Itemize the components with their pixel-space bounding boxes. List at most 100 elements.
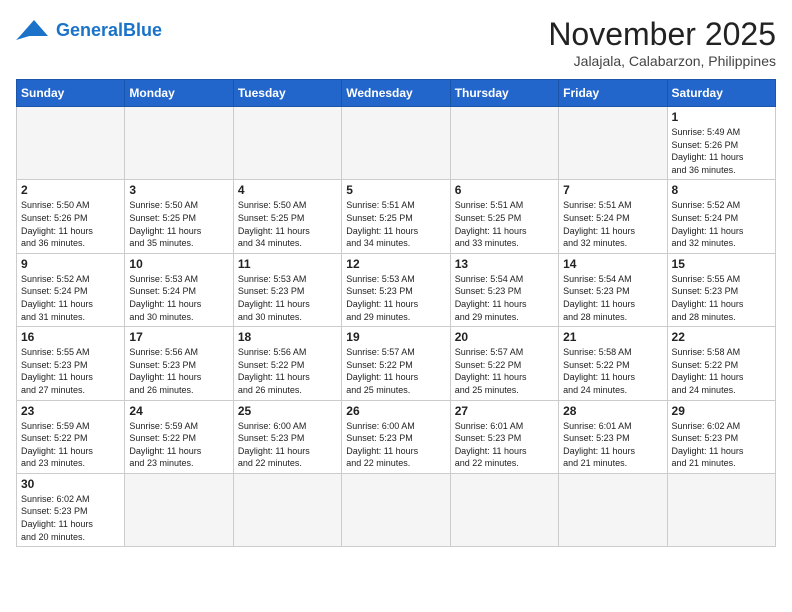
- calendar-day-cell: 27 Sunrise: 6:01 AM Sunset: 5:23 PM Dayli…: [450, 400, 558, 473]
- weekday-header: Saturday: [667, 80, 775, 107]
- calendar-day-cell: 7 Sunrise: 5:51 AM Sunset: 5:24 PM Daylig…: [559, 180, 667, 253]
- calendar-day-cell: 8 Sunrise: 5:52 AM Sunset: 5:24 PM Daylig…: [667, 180, 775, 253]
- calendar-day-cell: 1 Sunrise: 5:49 AM Sunset: 5:26 PM Daylig…: [667, 107, 775, 180]
- calendar-day-cell: [233, 107, 341, 180]
- day-info: Sunrise: 5:58 AM Sunset: 5:22 PM Dayligh…: [672, 346, 771, 396]
- day-number: 27: [455, 404, 554, 418]
- day-number: 8: [672, 183, 771, 197]
- day-number: 23: [21, 404, 120, 418]
- day-info: Sunrise: 5:54 AM Sunset: 5:23 PM Dayligh…: [455, 273, 554, 323]
- day-number: 28: [563, 404, 662, 418]
- calendar-day-cell: 29Sunrise: 6:02 AM Sunset: 5:23 PM Dayli…: [667, 400, 775, 473]
- calendar-day-cell: 13 Sunrise: 5:54 AM Sunset: 5:23 PM Dayli…: [450, 253, 558, 326]
- day-info: Sunrise: 5:54 AM Sunset: 5:23 PM Dayligh…: [563, 273, 662, 323]
- weekday-header: Monday: [125, 80, 233, 107]
- calendar-day-cell: 19Sunrise: 5:57 AM Sunset: 5:22 PM Dayli…: [342, 327, 450, 400]
- calendar-day-cell: 24Sunrise: 5:59 AM Sunset: 5:22 PM Dayli…: [125, 400, 233, 473]
- day-number: 3: [129, 183, 228, 197]
- day-number: 18: [238, 330, 337, 344]
- day-info: Sunrise: 5:51 AM Sunset: 5:25 PM Dayligh…: [455, 199, 554, 249]
- day-info: Sunrise: 6:01 AM Sunset: 5:23 PM Dayligh…: [563, 420, 662, 470]
- calendar-week-row: 9Sunrise: 5:52 AM Sunset: 5:24 PM Daylig…: [17, 253, 776, 326]
- calendar-day-cell: 23 Sunrise: 5:59 AM Sunset: 5:22 PM Dayli…: [17, 400, 125, 473]
- calendar-day-cell: [450, 473, 558, 546]
- day-number: 4: [238, 183, 337, 197]
- calendar-day-cell: 14 Sunrise: 5:54 AM Sunset: 5:23 PM Dayli…: [559, 253, 667, 326]
- day-number: 20: [455, 330, 554, 344]
- day-info: Sunrise: 5:56 AM Sunset: 5:22 PM Dayligh…: [238, 346, 337, 396]
- weekday-header: Sunday: [17, 80, 125, 107]
- calendar-day-cell: [125, 473, 233, 546]
- month-title: November 2025: [548, 16, 776, 53]
- calendar-day-cell: [559, 473, 667, 546]
- calendar-day-cell: 18 Sunrise: 5:56 AM Sunset: 5:22 PM Dayli…: [233, 327, 341, 400]
- page-header: GeneralBlue November 2025 Jalajala, Cala…: [16, 16, 776, 69]
- logo-icon: [16, 16, 52, 44]
- day-number: 7: [563, 183, 662, 197]
- day-info: Sunrise: 5:57 AM Sunset: 5:22 PM Dayligh…: [455, 346, 554, 396]
- day-info: Sunrise: 6:01 AM Sunset: 5:23 PM Dayligh…: [455, 420, 554, 470]
- calendar-day-cell: [342, 473, 450, 546]
- day-number: 21: [563, 330, 662, 344]
- weekday-header: Tuesday: [233, 80, 341, 107]
- logo-text: GeneralBlue: [56, 20, 162, 41]
- calendar-week-row: 2Sunrise: 5:50 AM Sunset: 5:26 PM Daylig…: [17, 180, 776, 253]
- day-info: Sunrise: 6:00 AM Sunset: 5:23 PM Dayligh…: [238, 420, 337, 470]
- day-number: 29: [672, 404, 771, 418]
- day-info: Sunrise: 5:50 AM Sunset: 5:25 PM Dayligh…: [129, 199, 228, 249]
- day-info: Sunrise: 5:59 AM Sunset: 5:22 PM Dayligh…: [21, 420, 120, 470]
- weekday-header: Friday: [559, 80, 667, 107]
- day-number: 2: [21, 183, 120, 197]
- day-info: Sunrise: 5:53 AM Sunset: 5:23 PM Dayligh…: [238, 273, 337, 323]
- day-info: Sunrise: 5:58 AM Sunset: 5:22 PM Dayligh…: [563, 346, 662, 396]
- day-number: 19: [346, 330, 445, 344]
- day-info: Sunrise: 5:55 AM Sunset: 5:23 PM Dayligh…: [21, 346, 120, 396]
- day-info: Sunrise: 6:00 AM Sunset: 5:23 PM Dayligh…: [346, 420, 445, 470]
- day-info: Sunrise: 5:51 AM Sunset: 5:24 PM Dayligh…: [563, 199, 662, 249]
- day-number: 24: [129, 404, 228, 418]
- calendar-day-cell: 22Sunrise: 5:58 AM Sunset: 5:22 PM Dayli…: [667, 327, 775, 400]
- day-number: 11: [238, 257, 337, 271]
- day-info: Sunrise: 5:53 AM Sunset: 5:23 PM Dayligh…: [346, 273, 445, 323]
- calendar-day-cell: [17, 107, 125, 180]
- location: Jalajala, Calabarzon, Philippines: [548, 53, 776, 69]
- calendar-day-cell: 9Sunrise: 5:52 AM Sunset: 5:24 PM Daylig…: [17, 253, 125, 326]
- day-info: Sunrise: 5:52 AM Sunset: 5:24 PM Dayligh…: [21, 273, 120, 323]
- day-number: 5: [346, 183, 445, 197]
- calendar-day-cell: 20 Sunrise: 5:57 AM Sunset: 5:22 PM Dayli…: [450, 327, 558, 400]
- day-info: Sunrise: 5:55 AM Sunset: 5:23 PM Dayligh…: [672, 273, 771, 323]
- calendar-day-cell: 21 Sunrise: 5:58 AM Sunset: 5:22 PM Dayli…: [559, 327, 667, 400]
- calendar-day-cell: [125, 107, 233, 180]
- day-info: Sunrise: 6:02 AM Sunset: 5:23 PM Dayligh…: [21, 493, 120, 543]
- calendar-week-row: 30Sunrise: 6:02 AM Sunset: 5:23 PM Dayli…: [17, 473, 776, 546]
- day-number: 13: [455, 257, 554, 271]
- day-info: Sunrise: 5:56 AM Sunset: 5:23 PM Dayligh…: [129, 346, 228, 396]
- day-info: Sunrise: 5:49 AM Sunset: 5:26 PM Dayligh…: [672, 126, 771, 176]
- calendar-day-cell: 4 Sunrise: 5:50 AM Sunset: 5:25 PM Daylig…: [233, 180, 341, 253]
- day-info: Sunrise: 5:51 AM Sunset: 5:25 PM Dayligh…: [346, 199, 445, 249]
- calendar-day-cell: 2Sunrise: 5:50 AM Sunset: 5:26 PM Daylig…: [17, 180, 125, 253]
- calendar-week-row: 1 Sunrise: 5:49 AM Sunset: 5:26 PM Daylig…: [17, 107, 776, 180]
- calendar-day-cell: 6Sunrise: 5:51 AM Sunset: 5:25 PM Daylig…: [450, 180, 558, 253]
- calendar-day-cell: 12Sunrise: 5:53 AM Sunset: 5:23 PM Dayli…: [342, 253, 450, 326]
- calendar-day-cell: [450, 107, 558, 180]
- day-info: Sunrise: 5:50 AM Sunset: 5:25 PM Dayligh…: [238, 199, 337, 249]
- calendar-day-cell: 25 Sunrise: 6:00 AM Sunset: 5:23 PM Dayli…: [233, 400, 341, 473]
- day-number: 26: [346, 404, 445, 418]
- calendar-day-cell: [233, 473, 341, 546]
- calendar: SundayMondayTuesdayWednesdayThursdayFrid…: [16, 79, 776, 547]
- title-block: November 2025 Jalajala, Calabarzon, Phil…: [548, 16, 776, 69]
- calendar-day-cell: 28 Sunrise: 6:01 AM Sunset: 5:23 PM Dayli…: [559, 400, 667, 473]
- day-number: 25: [238, 404, 337, 418]
- weekday-header-row: SundayMondayTuesdayWednesdayThursdayFrid…: [17, 80, 776, 107]
- calendar-day-cell: [667, 473, 775, 546]
- day-number: 14: [563, 257, 662, 271]
- calendar-day-cell: [342, 107, 450, 180]
- calendar-week-row: 16Sunrise: 5:55 AM Sunset: 5:23 PM Dayli…: [17, 327, 776, 400]
- day-number: 1: [672, 110, 771, 124]
- day-number: 17: [129, 330, 228, 344]
- calendar-day-cell: 11 Sunrise: 5:53 AM Sunset: 5:23 PM Dayli…: [233, 253, 341, 326]
- day-info: Sunrise: 5:52 AM Sunset: 5:24 PM Dayligh…: [672, 199, 771, 249]
- calendar-day-cell: 17 Sunrise: 5:56 AM Sunset: 5:23 PM Dayli…: [125, 327, 233, 400]
- calendar-day-cell: [559, 107, 667, 180]
